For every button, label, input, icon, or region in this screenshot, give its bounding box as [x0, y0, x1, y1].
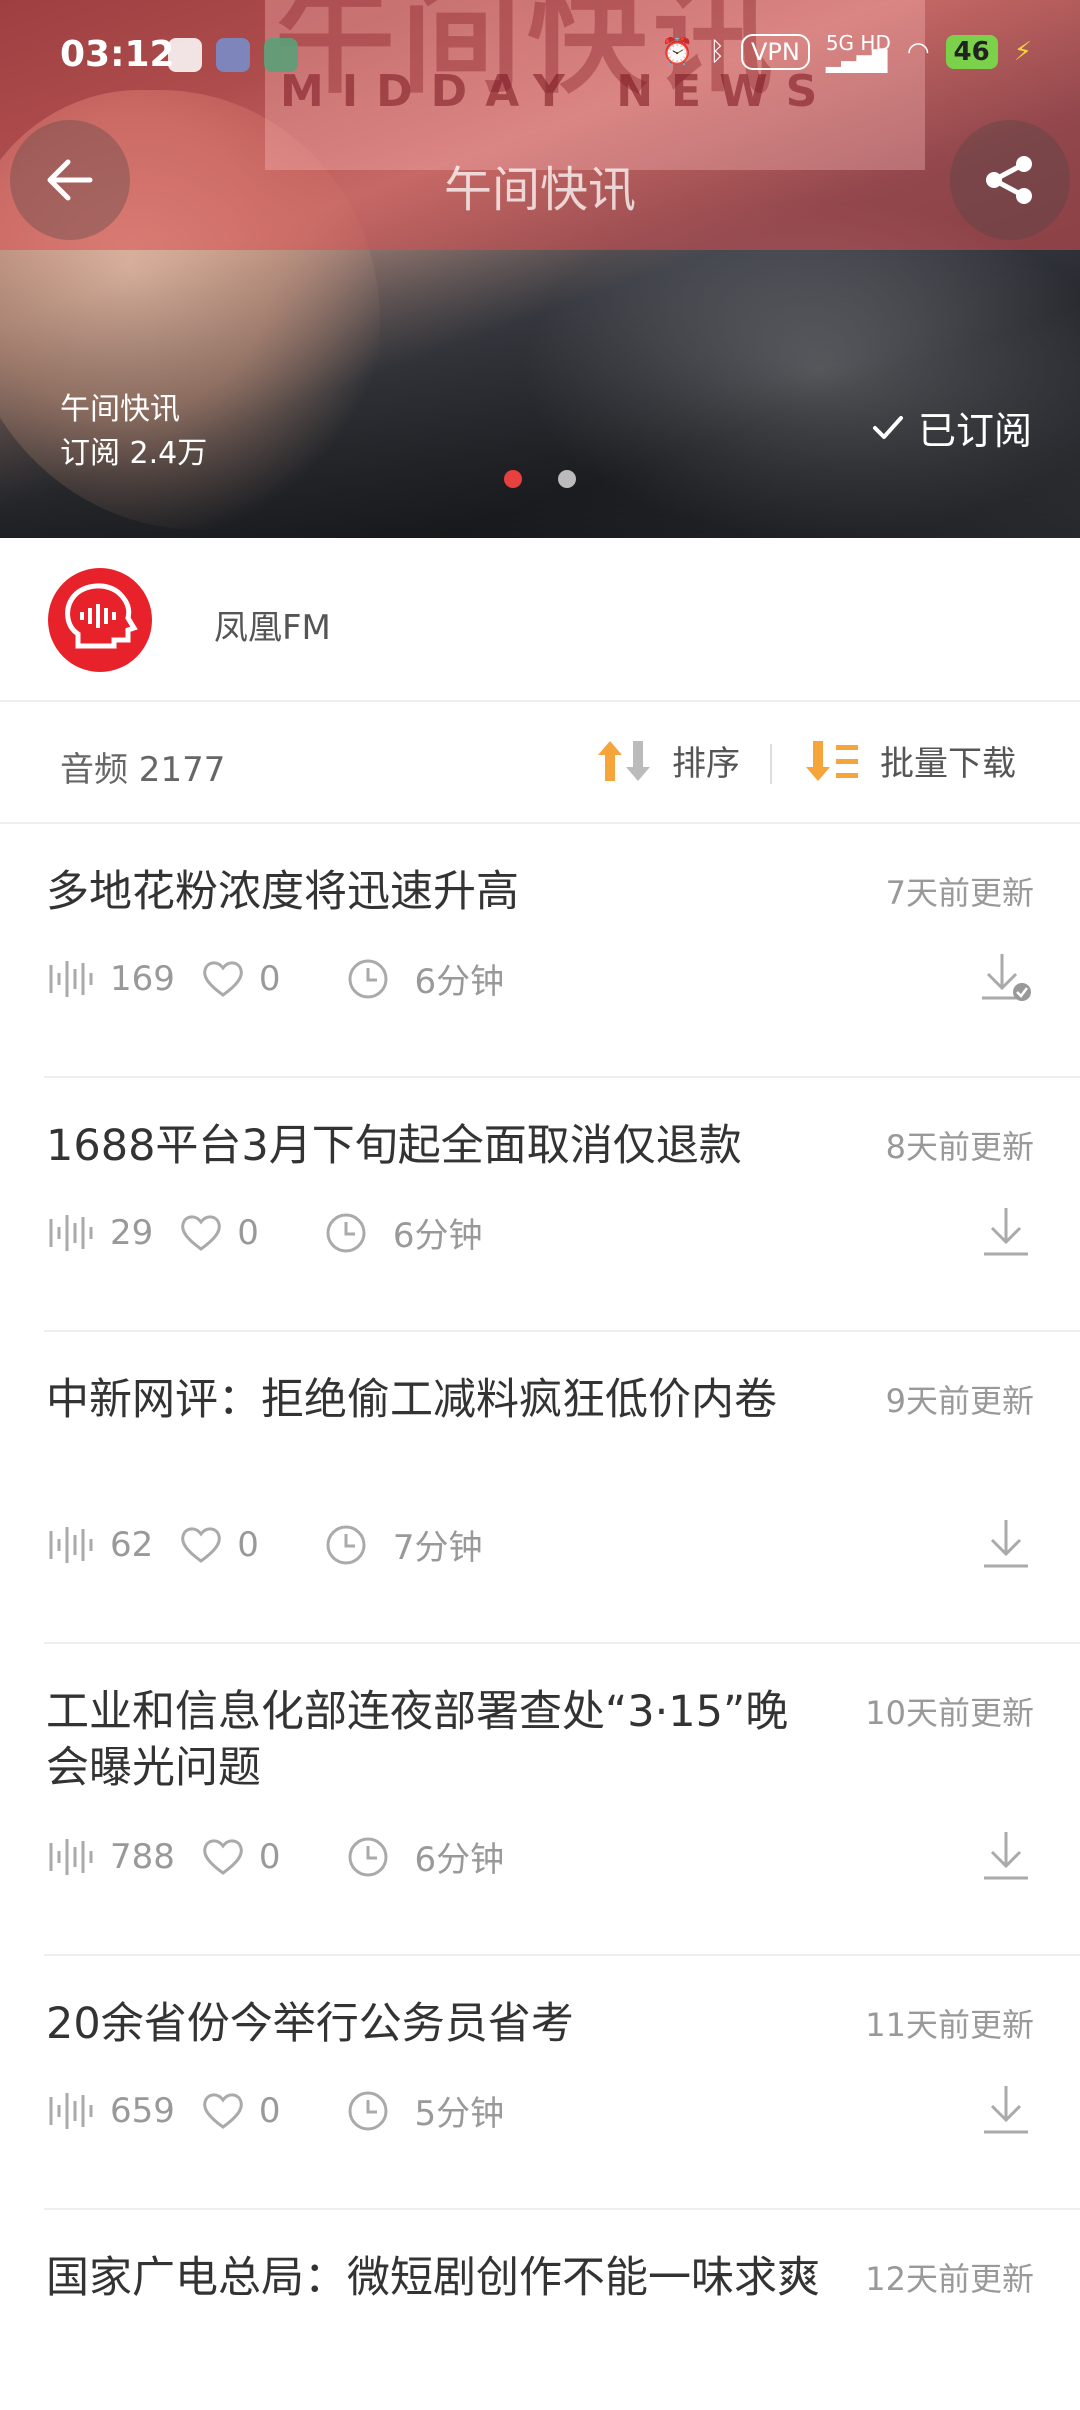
- subscribed-label: 已订阅: [917, 409, 1032, 453]
- episode-list: 多地花粉浓度将迅速升高 7天前更新 169 0 6分钟 1688平台3月下旬起全…: [0, 824, 1080, 2410]
- app-notification-icon: [168, 38, 202, 72]
- subscribed-button[interactable]: 已订阅: [870, 400, 1032, 455]
- episode-title: 1688平台3月下旬起全面取消仅退款: [46, 1121, 742, 1171]
- list-item[interactable]: 多地花粉浓度将迅速升高 7天前更新 169 0 6分钟: [44, 824, 1080, 1078]
- like-count: 0: [237, 1212, 259, 1253]
- episode-title: 工业和信息化部连夜部署查处“3·15”晚会曝光问题: [46, 1687, 789, 1793]
- episode-updated: 12天前更新: [865, 2260, 1034, 2298]
- episode-duration: 5分钟: [414, 2094, 505, 2134]
- signal-icon: 5G HD ▂▄▆█: [825, 31, 891, 73]
- vpn-badge: VPN: [740, 34, 810, 70]
- batch-download-label: 批量下载: [880, 744, 1016, 784]
- batch-download-icon: [806, 740, 858, 781]
- check-icon: [872, 415, 903, 439]
- batch-download-button[interactable]: 批量下载: [804, 736, 1016, 785]
- play-count: 169: [110, 958, 175, 999]
- sort-arrows-icon: [598, 740, 650, 781]
- publisher-logo[interactable]: [48, 568, 152, 672]
- play-count: 659: [110, 2090, 175, 2131]
- sort-label: 排序: [672, 744, 740, 784]
- sort-button[interactable]: 排序: [596, 736, 740, 785]
- heart-icon[interactable]: [201, 1837, 245, 1877]
- share-button[interactable]: [950, 120, 1070, 240]
- avatar-notification-icon: [264, 38, 298, 72]
- list-item[interactable]: 20余省份今举行公务员省考 11天前更新 659 0 5分钟: [44, 1956, 1080, 2210]
- share-icon: [986, 156, 1032, 204]
- publisher-row[interactable]: 凤凰FM: [0, 538, 1080, 702]
- clock-icon: [326, 1213, 366, 1252]
- episode-updated: 7天前更新: [885, 874, 1034, 912]
- list-item[interactable]: 国家广电总局：微短剧创作不能一味求爽 12天前更新: [44, 2210, 1080, 2410]
- download-icon[interactable]: [978, 1828, 1034, 1884]
- episode-updated: 9天前更新: [885, 1382, 1034, 1420]
- episode-updated: 10天前更新: [865, 1694, 1034, 1732]
- program-name: 午间快讯: [60, 392, 180, 427]
- like-count: 0: [258, 1836, 281, 1877]
- list-item[interactable]: 中新网评：拒绝偷工减料疯狂低价内卷 9天前更新 62 0 7分钟: [44, 1332, 1080, 1644]
- carousel-indicator: [0, 470, 1080, 488]
- list-toolbar: 音频 2177 排序 批量下载: [0, 702, 1080, 824]
- play-count: 788: [110, 1836, 175, 1877]
- episode-title: 国家广电总局：微短剧创作不能一味求爽: [46, 2253, 820, 2303]
- mail-notification-icon: [216, 38, 250, 72]
- carousel-dot-1[interactable]: [504, 470, 522, 488]
- episode-duration: 6分钟: [392, 1216, 483, 1256]
- list-item[interactable]: 1688平台3月下旬起全面取消仅退款 8天前更新 29 0 6分钟: [44, 1078, 1080, 1332]
- heart-icon[interactable]: [179, 1525, 223, 1565]
- hero-banner[interactable]: 午间快讯 MIDDAY NEWS 03:12 ⏰ ᛒ VPN 5G HD ▂▄▆█…: [0, 0, 1080, 538]
- download-icon[interactable]: [978, 2082, 1034, 2138]
- waveform-icon: [49, 1838, 93, 1875]
- downloaded-icon[interactable]: [978, 950, 1034, 1006]
- episode-duration: 6分钟: [414, 1840, 505, 1880]
- like-count: 0: [237, 1524, 259, 1565]
- waveform-icon: [49, 2092, 93, 2129]
- play-count: 62: [110, 1524, 154, 1565]
- like-count: 0: [258, 2090, 281, 2131]
- episode-duration: 6分钟: [414, 962, 505, 1002]
- play-count: 29: [110, 1212, 154, 1253]
- episode-updated: 8天前更新: [885, 1128, 1034, 1166]
- wifi-icon: ◠: [906, 37, 930, 67]
- charging-icon: ⚡: [1013, 37, 1032, 67]
- status-time: 03:12: [60, 34, 175, 75]
- download-icon[interactable]: [978, 1516, 1034, 1572]
- clock-icon: [348, 2091, 388, 2130]
- clock-icon: [348, 959, 388, 998]
- heart-icon[interactable]: [201, 2091, 245, 2131]
- fm-head-icon: [65, 583, 138, 649]
- episode-updated: 11天前更新: [865, 2006, 1034, 2044]
- carousel-dot-2[interactable]: [558, 470, 576, 488]
- page-title: 午间快讯: [443, 162, 636, 218]
- publisher-name: 凤凰FM: [214, 608, 331, 648]
- bluetooth-icon: ᛒ: [709, 37, 725, 67]
- heart-icon[interactable]: [179, 1213, 223, 1253]
- waveform-icon: [49, 960, 93, 997]
- episode-title: 20余省份今举行公务员省考: [46, 1999, 574, 2049]
- program-info: 午间快讯 订阅 2.4万: [60, 388, 207, 476]
- status-bar: 03:12 ⏰ ᛒ VPN 5G HD ▂▄▆█ ◠ 46 ⚡: [0, 0, 1080, 110]
- like-count: 0: [258, 958, 281, 999]
- battery-icon: 46: [945, 35, 998, 69]
- waveform-icon: [49, 1214, 93, 1251]
- audio-count: 音频 2177: [60, 750, 226, 790]
- alarm-icon: ⏰: [661, 37, 694, 67]
- episode-duration: 7分钟: [392, 1528, 483, 1568]
- episode-title: 中新网评：拒绝偷工减料疯狂低价内卷: [46, 1375, 777, 1425]
- list-item[interactable]: 工业和信息化部连夜部署查处“3·15”晚会曝光问题 10天前更新 788 0 6…: [44, 1644, 1080, 1956]
- episode-title: 多地花粉浓度将迅速升高: [46, 867, 519, 917]
- waveform-icon: [49, 1526, 93, 1563]
- heart-icon[interactable]: [201, 959, 245, 999]
- download-icon[interactable]: [978, 1204, 1034, 1260]
- clock-icon: [326, 1525, 366, 1564]
- clock-icon: [348, 1837, 388, 1876]
